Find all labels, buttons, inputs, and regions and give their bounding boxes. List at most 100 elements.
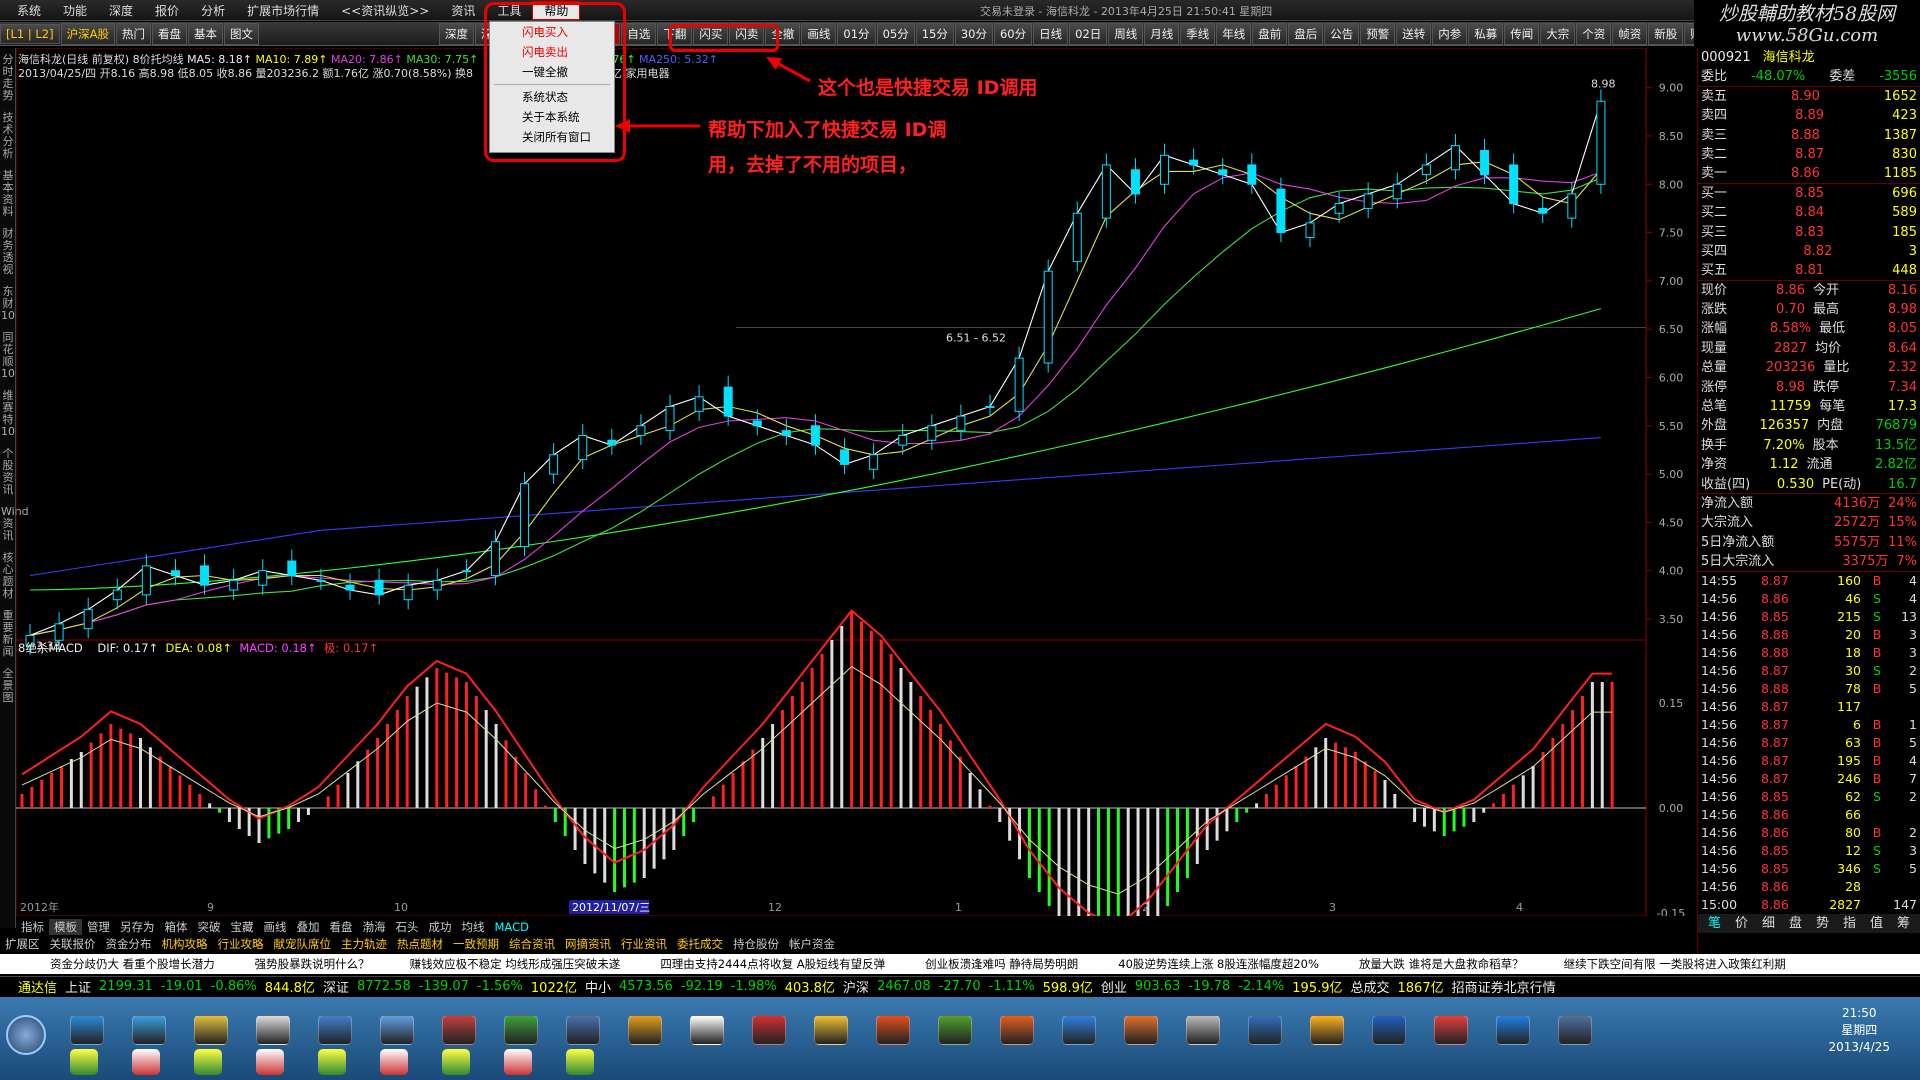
extension-tab[interactable]: 行业攻略 — [213, 936, 269, 952]
taskbar-app-icon[interactable] — [628, 1015, 662, 1045]
indicator-tab[interactable]: 看盘 — [325, 919, 358, 935]
indicator-tab[interactable]: 画线 — [259, 919, 292, 935]
toolbar-button[interactable]: 新股 — [1648, 22, 1684, 45]
quicklaunch-icon[interactable] — [504, 1049, 532, 1075]
news-item[interactable]: 继续下跌空间有限 一类股将进入政策红利期 — [1564, 956, 1786, 972]
toolbar-button[interactable]: 02日 — [1069, 22, 1108, 45]
toolbar-button[interactable]: 送转 — [1396, 22, 1432, 45]
news-item[interactable]: 四理由支持2444点将收复 A股短线有望反弹 — [660, 956, 885, 972]
toolbar-button[interactable]: 日线 — [1033, 22, 1069, 45]
side-tab[interactable]: Wind资讯 — [1, 506, 29, 542]
news-item[interactable]: 创业板溃逢难吗 静待局势明朗 — [925, 956, 1078, 972]
extension-tab[interactable]: 持仓股份 — [728, 936, 784, 952]
menu-extmarket[interactable]: 扩展市场行情 — [236, 2, 330, 19]
toolbar-button[interactable]: 周线 — [1108, 22, 1144, 45]
taskbar-app-icon[interactable] — [70, 1015, 104, 1045]
toolbar-button[interactable]: 年线 — [1216, 22, 1252, 45]
toolbar-button[interactable]: [L1 | L2] — [0, 23, 60, 44]
extension-tab[interactable]: 机构攻略 — [157, 936, 213, 952]
quote-tab[interactable]: 势 — [1816, 914, 1829, 933]
taskbar-app-icon[interactable] — [1434, 1015, 1468, 1045]
quote-tab[interactable]: 盘 — [1789, 914, 1802, 933]
menu-function[interactable]: 功能 — [52, 2, 98, 19]
side-tab[interactable]: 全景图 — [1, 668, 15, 704]
toolbar-button[interactable]: 私募 — [1468, 22, 1504, 45]
toolbar-button[interactable]: 季线 — [1180, 22, 1216, 45]
taskbar-app-icon[interactable] — [318, 1015, 352, 1045]
news-item[interactable]: 强势股暴跌说明什么？ — [255, 956, 370, 972]
toolbar-button[interactable]: 传闻 — [1504, 22, 1540, 45]
index-name[interactable]: 上证 — [65, 977, 91, 996]
extension-tab[interactable]: 献宠队席位 — [269, 936, 337, 952]
extension-tab[interactable]: 帐户资金 — [784, 936, 840, 952]
quicklaunch-icon[interactable] — [132, 1049, 160, 1075]
quote-tab[interactable]: 价 — [1735, 914, 1748, 933]
news-item[interactable]: 资金分歧仍大 看重个股增长潜力 — [50, 956, 215, 972]
taskbar-app-icon[interactable] — [1310, 1015, 1344, 1045]
toolbar-button[interactable]: 内参 — [1432, 22, 1468, 45]
news-item[interactable]: 放量大跌 谁将是大盘救命稻草？ — [1359, 956, 1524, 972]
taskbar-app-icon[interactable] — [566, 1015, 600, 1045]
taskbar-app-icon[interactable] — [1124, 1015, 1158, 1045]
extension-tab[interactable]: 扩展区 — [0, 936, 45, 952]
toolbar-button[interactable]: 热门 — [115, 22, 151, 45]
extension-tab[interactable]: 热点题材 — [392, 936, 448, 952]
extension-tab[interactable]: 主力轨迹 — [336, 936, 392, 952]
indicator-tab[interactable]: 叠加 — [292, 919, 325, 935]
news-item[interactable]: 赚钱效应极不稳定 均线形成强压突破未遂 — [410, 956, 621, 972]
toolbar-button[interactable]: 沪深A股 — [60, 22, 115, 45]
toolbar-button[interactable]: 盘后 — [1288, 22, 1324, 45]
taskbar-app-icon[interactable] — [938, 1015, 972, 1045]
quicklaunch-icon[interactable] — [194, 1049, 222, 1075]
side-tab[interactable]: 维赛特10 — [1, 390, 15, 438]
index-name[interactable]: 创业 — [1101, 977, 1127, 996]
quicklaunch-icon[interactable] — [566, 1049, 594, 1075]
side-tab[interactable]: 重要新闻 — [1, 610, 15, 658]
side-tab[interactable]: 核心题材 — [1, 552, 15, 600]
side-tab[interactable]: 财务透视 — [1, 228, 15, 276]
menu-system[interactable]: 系统 — [6, 2, 52, 19]
taskbar-app-icon[interactable] — [690, 1015, 724, 1045]
quote-tab[interactable]: 笔 — [1708, 914, 1721, 933]
quicklaunch-icon[interactable] — [380, 1049, 408, 1075]
quicklaunch-icon[interactable] — [256, 1049, 284, 1075]
toolbar-button[interactable]: 帧资 — [1612, 22, 1648, 45]
taskbar-app-icon[interactable] — [876, 1015, 910, 1045]
extension-tab[interactable]: 一致预期 — [448, 936, 504, 952]
indicator-tab[interactable]: 模板 — [49, 918, 82, 935]
toolbar-button[interactable]: 01分 — [837, 22, 876, 45]
menu-newsview[interactable]: <<资讯纵览>> — [330, 2, 440, 19]
taskbar-app-icon[interactable] — [256, 1015, 290, 1045]
quote-tab[interactable]: 筹 — [1897, 914, 1910, 933]
indicator-tab[interactable]: 指标 — [16, 919, 49, 935]
taskbar-app-icon[interactable] — [1248, 1015, 1282, 1045]
toolbar-button[interactable]: 30分 — [954, 22, 993, 45]
toolbar-button[interactable]: 基本 — [187, 22, 223, 45]
taskbar-app-icon[interactable] — [1062, 1015, 1096, 1045]
indicator-tab[interactable]: 突破 — [193, 919, 226, 935]
toolbar-button[interactable]: 大宗 — [1540, 22, 1576, 45]
side-tab[interactable]: 技术分析 — [1, 112, 15, 160]
extension-tab[interactable]: 委托成交 — [672, 936, 728, 952]
index-name[interactable]: 深证 — [323, 977, 349, 996]
extension-tab[interactable]: 关联报价 — [45, 936, 101, 952]
taskbar-app-icon[interactable] — [752, 1015, 786, 1045]
toolbar-button[interactable]: 图文 — [223, 22, 259, 45]
toolbar-button[interactable]: 预警 — [1360, 22, 1396, 45]
quicklaunch-icon[interactable] — [70, 1049, 98, 1075]
toolbar-button[interactable]: 05分 — [876, 22, 915, 45]
extension-tab[interactable]: 行业资讯 — [616, 936, 672, 952]
toolbar-button[interactable]: 月线 — [1144, 22, 1180, 45]
quote-tab[interactable]: 指 — [1843, 914, 1856, 933]
system-clock[interactable]: 21:50 星期四 2013/4/25 — [1828, 1005, 1890, 1056]
quote-tab[interactable]: 值 — [1870, 914, 1883, 933]
taskbar-app-icon[interactable] — [1000, 1015, 1034, 1045]
menu-analysis[interactable]: 分析 — [190, 2, 236, 19]
menu-info[interactable]: 资讯 — [440, 2, 486, 19]
side-tab[interactable]: 个股资讯 — [1, 448, 15, 496]
indicator-tab[interactable]: 成功 — [424, 919, 457, 935]
kline-chart[interactable]: 9.00 8.50 8.00 7.50 7.00 6.50 6.00 5.50 5.00 4.50… — [16, 48, 1694, 916]
toolbar-button[interactable]: 个资 — [1576, 22, 1612, 45]
extension-tab[interactable]: 资金分布 — [101, 936, 157, 952]
taskbar-app-icon[interactable] — [1186, 1015, 1220, 1045]
